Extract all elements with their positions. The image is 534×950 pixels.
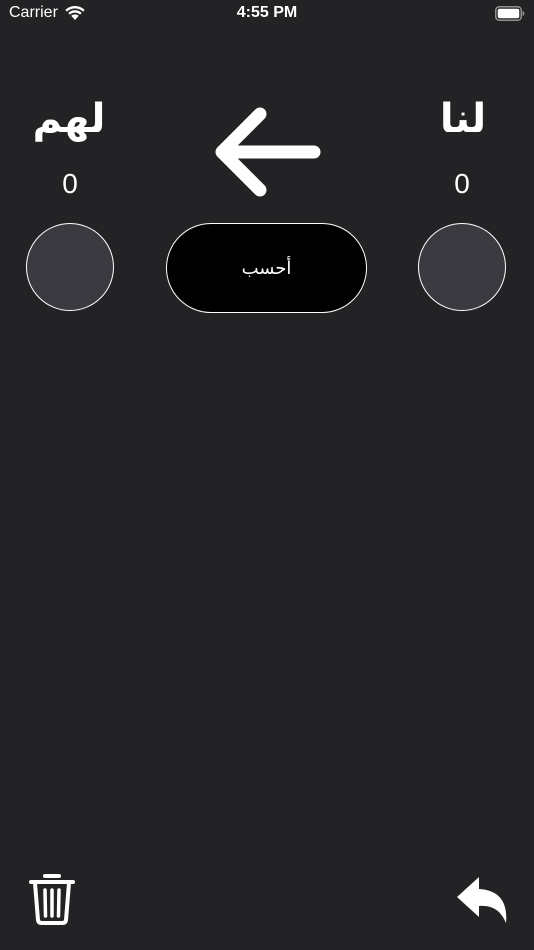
team-them-points-button[interactable] [26,223,114,311]
trash-icon[interactable] [28,872,76,926]
team-us-points-button[interactable] [418,223,506,311]
status-bar: Carrier 4:55 PM [0,0,534,28]
team-them-label: لهم [32,96,106,142]
team-us-score: 0 [454,168,470,199]
status-time: 4:55 PM [236,4,298,21]
undo-icon[interactable] [455,875,511,925]
team-us-label: لنا [439,96,487,142]
score-screen: Carrier 4:55 PM لهم لنا 0 0 أحسب [0,0,534,950]
calculate-button[interactable]: أحسب [166,223,367,313]
arrow-left-icon [215,107,321,197]
battery-icon [495,6,525,21]
team-them-score: 0 [62,168,78,199]
